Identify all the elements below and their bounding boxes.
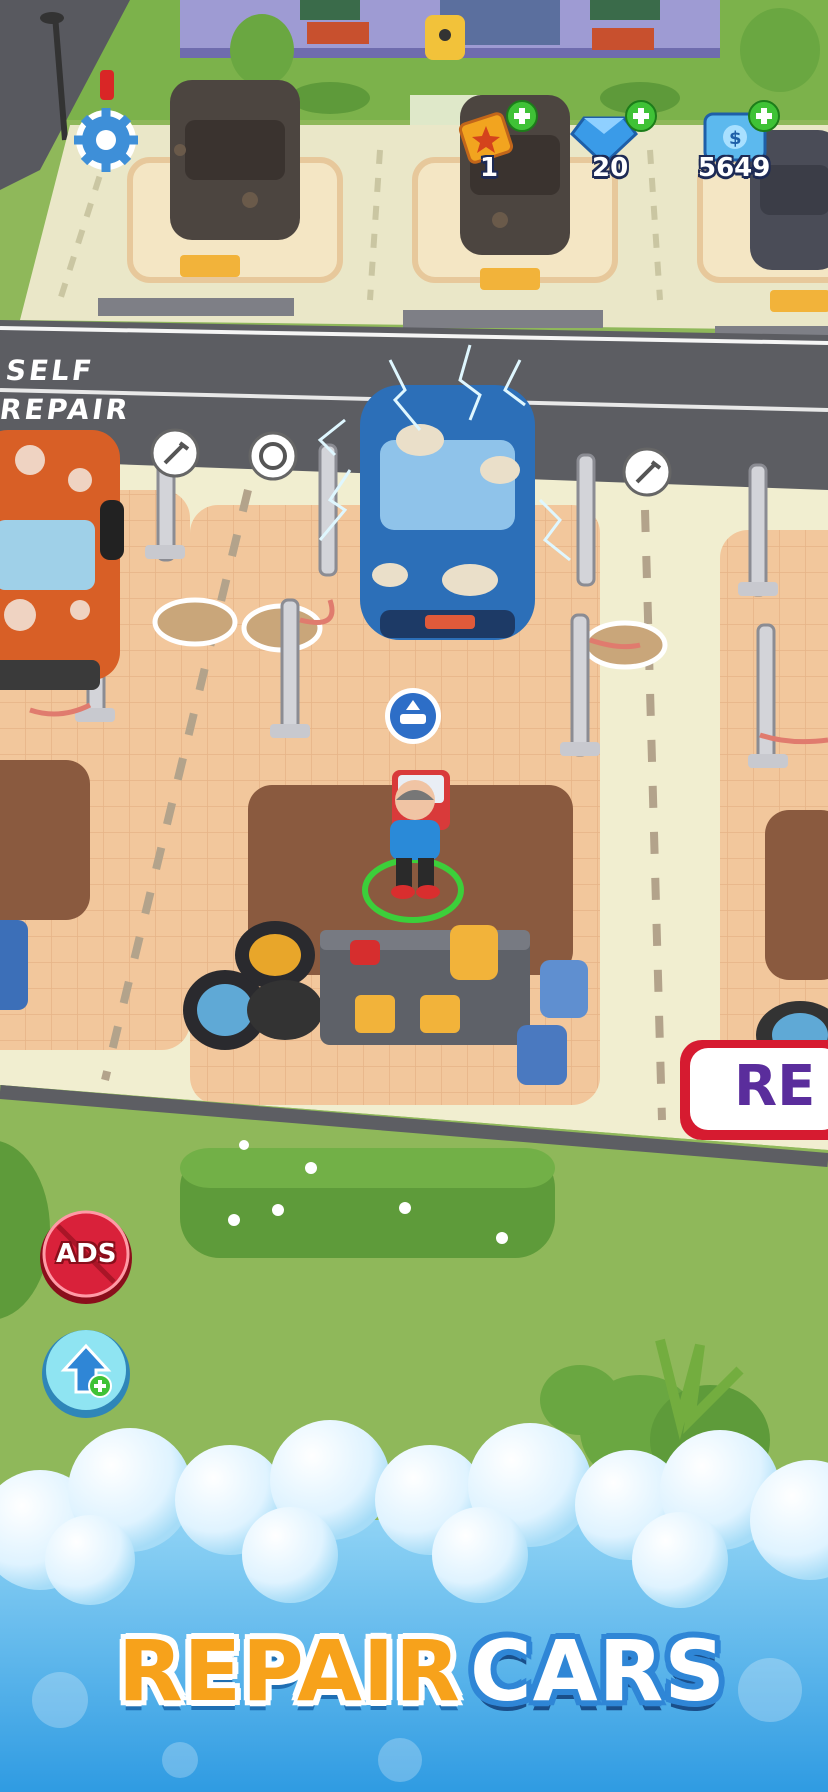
fire-hydrant bbox=[100, 70, 114, 100]
cash-count: 5649 bbox=[698, 153, 771, 183]
banner-word-cars: CARS bbox=[470, 1622, 726, 1720]
game-scene: $ bbox=[0, 0, 828, 1792]
car-wash-marker-icon[interactable] bbox=[385, 688, 441, 744]
plus-icon[interactable] bbox=[748, 100, 780, 132]
plus-icon[interactable] bbox=[506, 100, 538, 132]
road-label-repair: REPAIR bbox=[0, 393, 133, 426]
tire-service-icon[interactable] bbox=[248, 431, 298, 481]
gems-count: 20 bbox=[592, 153, 629, 183]
repair-sign-label: RE bbox=[734, 1054, 816, 1119]
road-label-self: SELF bbox=[3, 354, 97, 387]
promo-banner bbox=[0, 1420, 828, 1792]
wrench-service-icon-2[interactable] bbox=[622, 447, 672, 497]
no-ads-label: ADS bbox=[56, 1239, 117, 1269]
upgrade-button[interactable] bbox=[42, 1330, 130, 1418]
tickets-count: 1 bbox=[480, 153, 499, 183]
top-buildings bbox=[0, 0, 828, 135]
blue-car[interactable] bbox=[360, 385, 535, 640]
drop-spot[interactable] bbox=[152, 597, 238, 647]
banner-word-repair: REPAIR bbox=[118, 1622, 461, 1720]
orange-car[interactable] bbox=[0, 430, 124, 690]
plus-icon[interactable] bbox=[625, 100, 657, 132]
wrench-service-icon[interactable] bbox=[150, 428, 200, 478]
svg-text:$: $ bbox=[729, 128, 742, 149]
game-screen: $ 1 20 5649 SELF REPAIR ADS RE REPAIR CA… bbox=[0, 0, 828, 1792]
